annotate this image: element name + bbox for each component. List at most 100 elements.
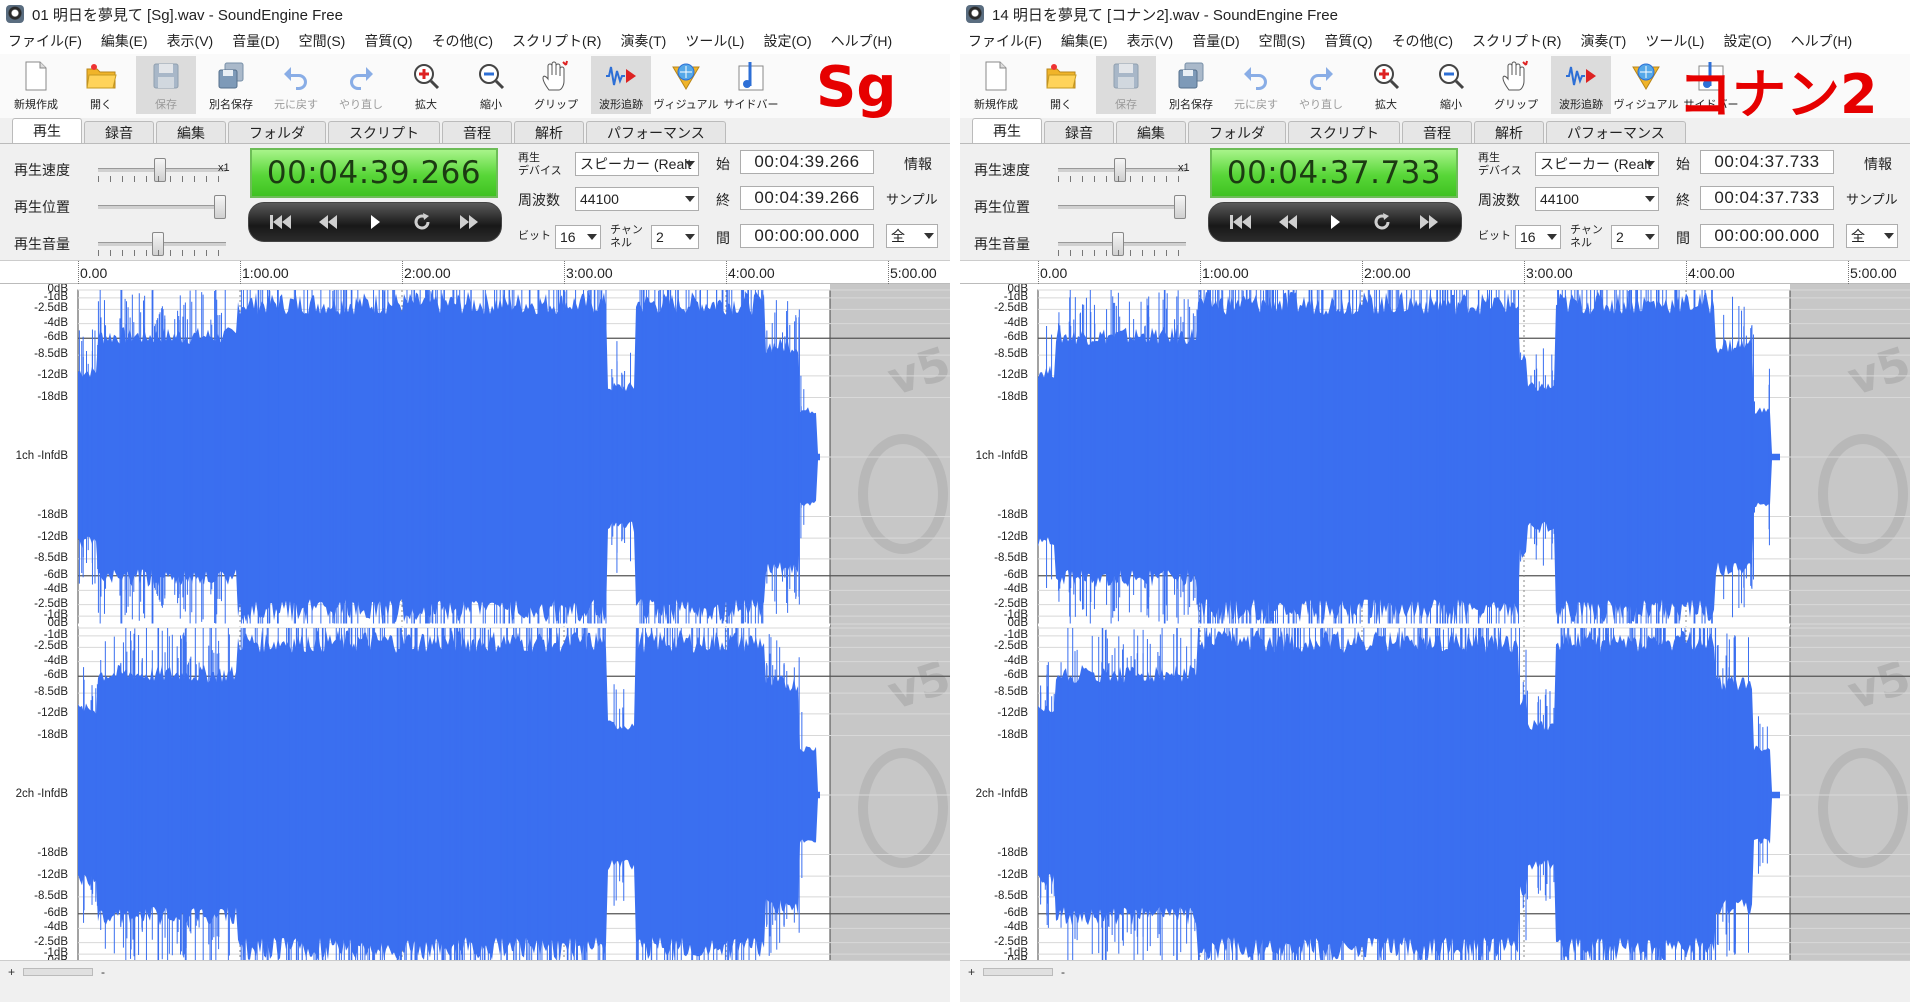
end-time-field[interactable]: 00:04:39.266: [740, 186, 874, 210]
volume-slider[interactable]: [98, 232, 226, 256]
play-button[interactable]: [357, 208, 393, 236]
bit-select[interactable]: 16: [555, 225, 601, 249]
zoom-minus[interactable]: -: [101, 965, 105, 979]
toolbar-button-undo[interactable]: 元に戻す: [266, 56, 326, 114]
menu-script[interactable]: スクリプト(R): [1472, 31, 1561, 51]
menu-play[interactable]: 演奏(T): [620, 31, 666, 51]
toolbar-button-zoom-out[interactable]: 縮小: [461, 56, 521, 114]
toolbar-button-new-file[interactable]: 新規作成: [966, 56, 1026, 114]
toolbar-button-sidebar[interactable]: サイドバー: [721, 56, 781, 114]
menu-help[interactable]: ヘルプ(H): [1791, 31, 1852, 51]
speed-slider[interactable]: [1058, 158, 1186, 182]
menu-script[interactable]: スクリプト(R): [512, 31, 601, 51]
device-select[interactable]: スピーカー (Realt: [1535, 152, 1659, 176]
channel-select[interactable]: 2: [1611, 225, 1659, 249]
menu-edit[interactable]: 編集(E): [1061, 31, 1108, 51]
menu-play[interactable]: 演奏(T): [1580, 31, 1626, 51]
tab-0[interactable]: 再生: [972, 118, 1042, 143]
rewind-button[interactable]: [1270, 208, 1306, 236]
menu-space[interactable]: 空間(S): [299, 31, 346, 51]
toolbar-button-visual[interactable]: ヴィジュアル: [1614, 56, 1678, 114]
go-to-start-button[interactable]: [263, 208, 299, 236]
go-to-start-button[interactable]: [1223, 208, 1259, 236]
device-select[interactable]: スピーカー (Realt: [575, 152, 699, 176]
menu-settings[interactable]: 設定(O): [1723, 31, 1771, 51]
toolbar-button-open-folder[interactable]: 開く: [71, 56, 131, 114]
zoom-plus[interactable]: +: [8, 965, 15, 979]
tab-1[interactable]: 録音: [1044, 121, 1114, 143]
menu-edit[interactable]: 編集(E): [101, 31, 148, 51]
zoom-plus[interactable]: +: [968, 965, 975, 979]
toolbar-button-zoom-out[interactable]: 縮小: [1421, 56, 1481, 114]
tab-5[interactable]: 音程: [1402, 121, 1472, 143]
time-ruler[interactable]: 0.00 1:00.00 2:00.00 3:00.00 4:00.00 5:00.00: [960, 260, 1910, 284]
info-label[interactable]: 情報: [1864, 154, 1892, 174]
toolbar-button-zoom-in[interactable]: 拡大: [396, 56, 456, 114]
waveform-canvas[interactable]: [0, 284, 950, 960]
toolbar-button-redo[interactable]: やり直し: [1291, 56, 1351, 114]
menu-file[interactable]: ファイル(F): [968, 31, 1042, 51]
info-label[interactable]: 情報: [904, 154, 932, 174]
end-time-field[interactable]: 00:04:37.733: [1700, 186, 1834, 210]
horizontal-zoom-slider[interactable]: [23, 967, 94, 976]
tab-0[interactable]: 再生: [12, 118, 82, 143]
menu-space[interactable]: 空間(S): [1259, 31, 1306, 51]
tab-3[interactable]: フォルダ: [1188, 121, 1286, 143]
slider-thumb[interactable]: [1174, 195, 1186, 219]
toolbar-button-save-as[interactable]: 別名保存: [201, 56, 261, 114]
speed-slider[interactable]: [98, 158, 226, 182]
slider-thumb[interactable]: [214, 195, 226, 219]
span-time-field[interactable]: 00:00:00.000: [1700, 224, 1834, 248]
toolbar-button-redo[interactable]: やり直し: [331, 56, 391, 114]
sample-label[interactable]: サンプル: [886, 193, 938, 206]
start-time-field[interactable]: 00:04:37.733: [1700, 150, 1834, 174]
position-slider[interactable]: [1058, 195, 1186, 219]
menu-tools[interactable]: ツール(L): [685, 31, 744, 51]
range-select[interactable]: 全: [1846, 224, 1898, 248]
waveform-view[interactable]: v5 v5 0dB -1dB -2.5dB -4dB -6dB -8.5dB -12dB -18d…: [0, 284, 950, 960]
toolbar-button-waveform-follow[interactable]: 波形追跡: [591, 56, 651, 114]
menu-other[interactable]: その他(C): [432, 31, 493, 51]
start-time-field[interactable]: 00:04:39.266: [740, 150, 874, 174]
menu-file[interactable]: ファイル(F): [8, 31, 82, 51]
toolbar-button-save[interactable]: 保存: [136, 56, 196, 114]
toolbar-button-open-folder[interactable]: 開く: [1031, 56, 1091, 114]
toolbar-button-save-as[interactable]: 別名保存: [1161, 56, 1221, 114]
toolbar-button-new-file[interactable]: 新規作成: [6, 56, 66, 114]
tab-2[interactable]: 編集: [156, 121, 226, 143]
tab-4[interactable]: スクリプト: [328, 121, 440, 143]
toolbar-button-waveform-follow[interactable]: 波形追跡: [1551, 56, 1611, 114]
volume-slider[interactable]: [1058, 232, 1186, 256]
toolbar-button-grip-hand[interactable]: グリップ: [526, 56, 586, 114]
play-button[interactable]: [1317, 208, 1353, 236]
tab-4[interactable]: スクリプト: [1288, 121, 1400, 143]
tab-1[interactable]: 録音: [84, 121, 154, 143]
zoom-minus[interactable]: -: [1061, 965, 1065, 979]
tab-6[interactable]: 解析: [514, 121, 584, 143]
waveform-view[interactable]: v5 v5 0dB -1dB -2.5dB -4dB -6dB -8.5dB -12dB -18d…: [960, 284, 1910, 960]
menu-other[interactable]: その他(C): [1392, 31, 1453, 51]
toolbar-button-zoom-in[interactable]: 拡大: [1356, 56, 1416, 114]
tab-6[interactable]: 解析: [1474, 121, 1544, 143]
menu-tools[interactable]: ツール(L): [1645, 31, 1704, 51]
loop-button[interactable]: [1364, 208, 1400, 236]
fast-forward-button[interactable]: [1411, 208, 1447, 236]
time-ruler[interactable]: 0.00 1:00.00 2:00.00 3:00.00 4:00.00 5:00.00: [0, 260, 950, 284]
toolbar-button-save[interactable]: 保存: [1096, 56, 1156, 114]
menu-view[interactable]: 表示(V): [1127, 31, 1174, 51]
menu-volume[interactable]: 音量(D): [1192, 31, 1239, 51]
toolbar-button-undo[interactable]: 元に戻す: [1226, 56, 1286, 114]
menu-quality[interactable]: 音質(Q): [1324, 31, 1372, 51]
position-slider[interactable]: [98, 195, 226, 219]
rewind-button[interactable]: [310, 208, 346, 236]
menu-help[interactable]: ヘルプ(H): [831, 31, 892, 51]
menu-volume[interactable]: 音量(D): [232, 31, 279, 51]
frequency-select[interactable]: 44100: [1535, 187, 1659, 211]
loop-button[interactable]: [404, 208, 440, 236]
fast-forward-button[interactable]: [451, 208, 487, 236]
menu-quality[interactable]: 音質(Q): [364, 31, 412, 51]
toolbar-button-grip-hand[interactable]: グリップ: [1486, 56, 1546, 114]
menu-settings[interactable]: 設定(O): [763, 31, 811, 51]
sample-label[interactable]: サンプル: [1846, 193, 1898, 206]
tab-5[interactable]: 音程: [442, 121, 512, 143]
